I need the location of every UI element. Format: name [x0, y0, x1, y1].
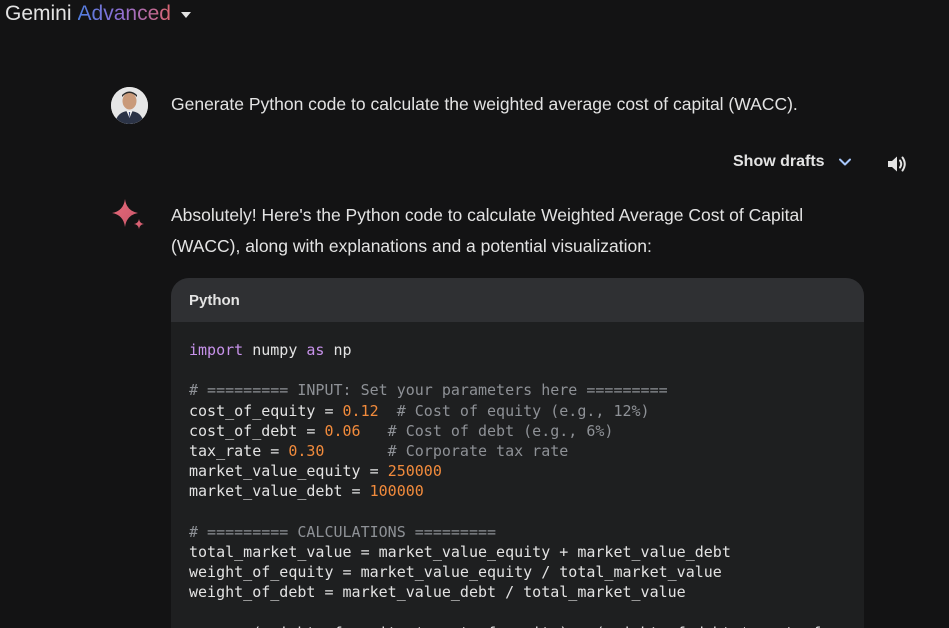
response-text: Absolutely! Here's the Python code to ca… [171, 205, 804, 256]
code-token: 0.30 [288, 441, 325, 460]
code-token: weight_of_equity = market_value_equity /… [189, 563, 722, 582]
model-switcher[interactable]: Gemini Advanced [5, 2, 191, 26]
avatar-photo [111, 87, 148, 124]
user-avatar [111, 87, 148, 124]
show-drafts-label: Show drafts [733, 153, 825, 170]
code-token: cost_of_equity = [189, 401, 343, 420]
code-language-label: Python [189, 291, 240, 309]
code-token: 0.06 [324, 421, 361, 440]
code-token: total_market_value = market_value_equity… [189, 542, 731, 561]
code-token: # Cost of equity (e.g., 12%) [378, 401, 650, 420]
code-token: 250000 [387, 462, 442, 481]
code-block: Python import numpy as np # ========= IN… [171, 278, 864, 628]
code-token: cost_of_debt = [189, 421, 325, 440]
code-token: # Cost of debt (e.g., 6%) [360, 421, 614, 440]
code-token: numpy [243, 341, 307, 359]
code-line: market_value_debt = 100000 [189, 481, 846, 501]
brand-tier: Advanced [77, 2, 171, 25]
chevron-down-icon [838, 158, 851, 166]
code-line: cost_of_debt = 0.06 # Cost of debt (e.g.… [189, 421, 846, 441]
code-token: as [306, 341, 325, 359]
code-line: weight_of_debt = market_value_debt / tot… [189, 582, 846, 602]
code-line: total_market_value = market_value_equity… [189, 542, 846, 562]
code-line: market_value_equity = 250000 [189, 461, 846, 481]
code-line: wacc = (weight_of_equity * cost_of_equit… [189, 623, 846, 628]
code-line: import numpy as np [189, 340, 846, 360]
code-token: # ========= INPUT: Set your parameters h… [189, 381, 668, 400]
show-drafts-button[interactable]: Show drafts [733, 153, 853, 171]
code-line: cost_of_equity = 0.12 # Cost of equity (… [189, 401, 846, 421]
code-line: # ========= CALCULATIONS ========= [189, 522, 846, 542]
code-token: np [324, 341, 352, 359]
user-prompt-text: Generate Python code to calculate the we… [171, 94, 798, 114]
code-token: # Corporate tax rate [324, 441, 569, 460]
code-body: import numpy as np # ========= INPUT: Se… [171, 322, 864, 628]
code-token: import [189, 341, 244, 359]
code-token: market_value_debt = [189, 482, 370, 501]
code-token: wacc = (weight_of_equity * cost_of_equit… [189, 624, 821, 628]
code-token: market_value_equity = [189, 462, 388, 481]
code-token: 0.12 [342, 401, 379, 420]
code-token: weight_of_debt = market_value_debt / tot… [189, 583, 686, 602]
code-token: # ========= CALCULATIONS ========= [189, 522, 497, 541]
code-line: tax_rate = 0.30 # Corporate tax rate [189, 441, 846, 461]
caret-down-icon [180, 12, 191, 18]
code-line: weight_of_equity = market_value_equity /… [189, 562, 846, 582]
code-token: tax_rate = [189, 441, 289, 460]
code-line: # ========= INPUT: Set your parameters h… [189, 380, 846, 400]
speaker-icon[interactable] [885, 152, 909, 176]
code-token: 100000 [369, 482, 424, 501]
brand-name: Gemini [5, 2, 72, 25]
gemini-app: Gemini Advanced Generate Python code to … [0, 0, 949, 628]
sparkle-icon [112, 199, 144, 229]
code-block-header: Python [171, 278, 864, 322]
